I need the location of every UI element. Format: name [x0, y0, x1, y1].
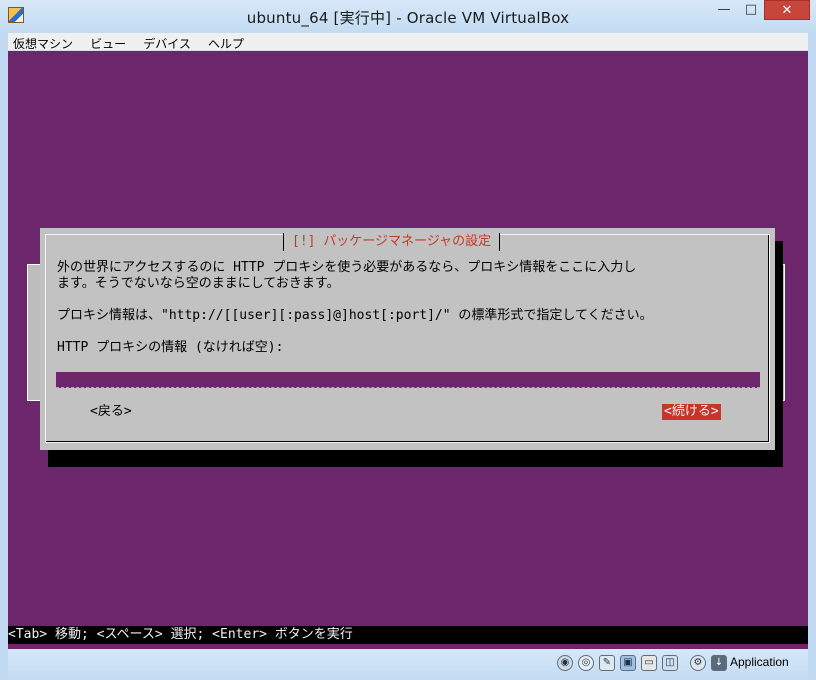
http-proxy-input[interactable] [56, 372, 760, 388]
host-key-label: Application [730, 655, 789, 669]
continue-button[interactable]: <続ける> [662, 404, 721, 420]
minimize-icon: — [717, 2, 731, 17]
window-frame-left [0, 33, 8, 680]
window-frame-right [808, 33, 816, 680]
dialog-text-line-1: 外の世界にアクセスするのに HTTP プロキシを使う必要があるなら、プロキシ情報… [57, 260, 637, 275]
mouse-integration-icon[interactable]: ⚙ [690, 655, 706, 671]
guest-screen[interactable]: [!] パッケージマネージャの設定 外の世界にアクセスするのに HTTP プロキ… [8, 51, 808, 649]
dialog-text-line-2: ます。そうでないなら空のままにしておきます。 [57, 276, 340, 291]
package-manager-dialog: [!] パッケージマネージャの設定 外の世界にアクセスするのに HTTP プロキ… [40, 228, 775, 450]
close-button[interactable]: ✕ [764, 0, 810, 20]
title-bar[interactable]: ubuntu_64 [実行中] - Oracle VM VirtualBox —… [0, 0, 816, 33]
usb-icon[interactable]: ✎ [599, 655, 615, 671]
maximize-icon: □ [744, 2, 758, 17]
console-help-line: <Tab> 移動; <スペース> 選択; <Enter> ボタンを実行 [8, 626, 808, 644]
window-title: ubuntu_64 [実行中] - Oracle VM VirtualBox [246, 9, 570, 27]
keyboard-capture-icon[interactable]: ↓ [711, 655, 727, 671]
network-icon[interactable]: ▣ [620, 655, 636, 671]
back-button[interactable]: <戻る> [88, 404, 134, 420]
close-icon: ✕ [781, 3, 793, 18]
video-capture-icon[interactable]: ◫ [662, 655, 678, 671]
optical-drive-icon[interactable]: ◎ [578, 655, 594, 671]
maximize-button[interactable]: □ [738, 0, 764, 20]
menu-bar: 仮想マシン ビュー デバイス ヘルプ [8, 33, 808, 51]
proxy-field-label: HTTP プロキシの情報 (なければ空): [57, 340, 284, 355]
status-bar: ◉ ◎ ✎ ▣ ▭ ◫ ⚙ ↓ Application [8, 649, 808, 680]
dialog-title: [!] パッケージマネージャの設定 [283, 233, 501, 251]
minimize-button[interactable]: — [711, 0, 737, 20]
dialog-text-line-3: プロキシ情報は、"http://[[user][:pass]@]host[:po… [57, 308, 653, 323]
hard-disk-icon[interactable]: ◉ [557, 655, 573, 671]
shared-folder-icon[interactable]: ▭ [641, 655, 657, 671]
